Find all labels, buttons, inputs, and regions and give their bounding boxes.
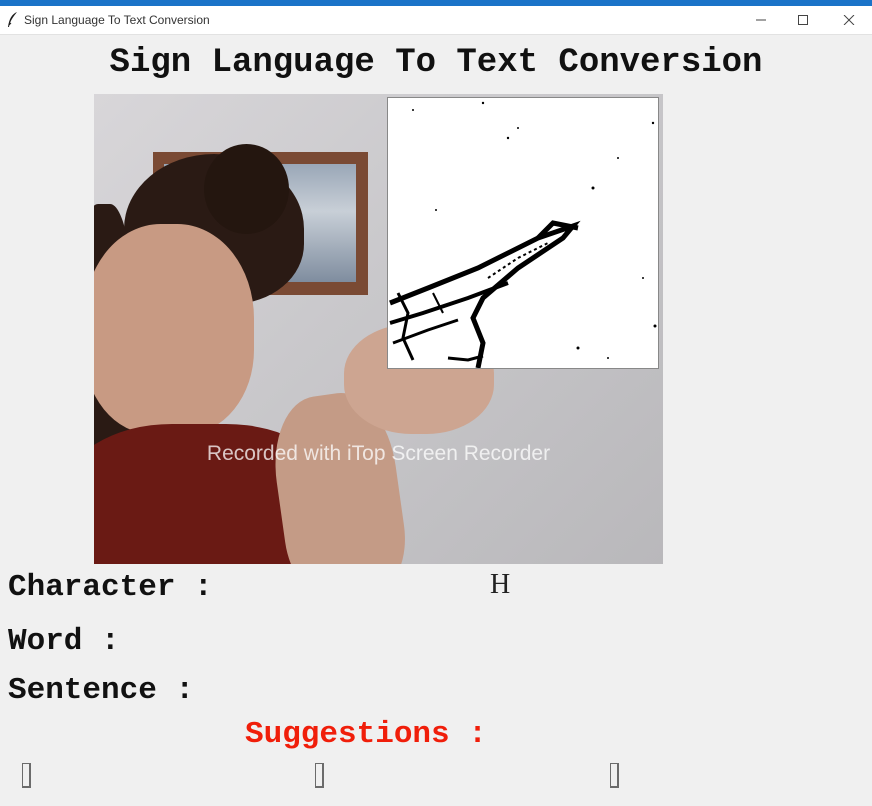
suggestions-label: Suggestions : — [245, 717, 487, 752]
maximize-button[interactable] — [780, 6, 826, 34]
sentence-label: Sentence : — [8, 673, 195, 708]
maximize-icon — [798, 15, 808, 25]
page-title: Sign Language To Text Conversion — [109, 44, 763, 82]
close-button[interactable] — [826, 6, 872, 34]
character-label: Character : — [8, 570, 213, 605]
person-hair-bun — [204, 144, 289, 234]
camera-feed: Recorded with iTop Screen Recorder — [94, 94, 663, 564]
suggestion-button-3[interactable] — [610, 763, 619, 788]
person-face — [94, 224, 254, 434]
close-icon — [843, 15, 855, 25]
minimize-button[interactable] — [738, 6, 784, 34]
feather-icon — [6, 11, 20, 29]
hand-edge-map — [389, 101, 657, 369]
word-label: Word : — [8, 624, 120, 659]
suggestion-button-1[interactable] — [22, 763, 31, 788]
character-value: H — [490, 569, 511, 600]
recorder-watermark: Recorded with iTop Screen Recorder — [206, 442, 551, 465]
minimize-icon — [756, 19, 766, 21]
suggestion-button-2[interactable] — [315, 763, 324, 788]
hand-roi-threshold-preview — [387, 97, 659, 369]
window-titlebar[interactable]: Sign Language To Text Conversion — [0, 6, 872, 35]
window-title: Sign Language To Text Conversion — [24, 13, 210, 27]
